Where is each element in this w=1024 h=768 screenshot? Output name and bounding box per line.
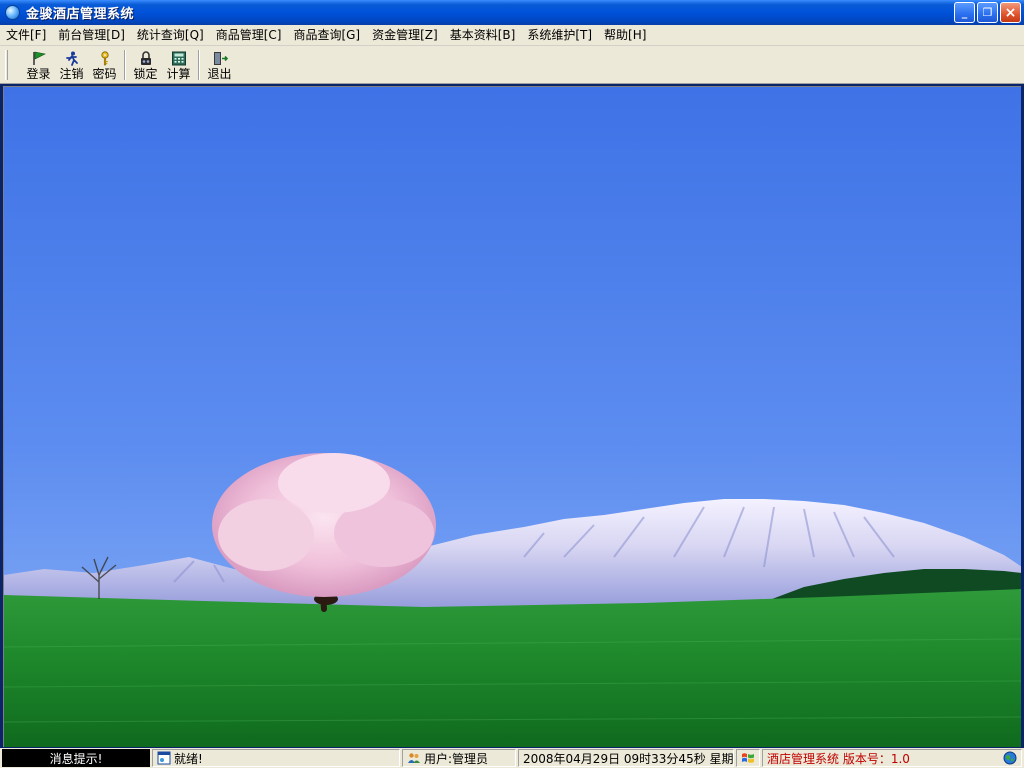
app-window-icon — [157, 751, 171, 765]
app-globe-icon — [5, 5, 20, 20]
menu-basic-data[interactable]: 基本资料[B] — [444, 26, 522, 45]
window-controls: _ ❐ × — [954, 2, 1021, 23]
menu-goods-management[interactable]: 商品管理[C] — [210, 26, 288, 45]
password-button[interactable]: 密码 — [88, 48, 121, 82]
menu-funds[interactable]: 资金管理[Z] — [366, 26, 444, 45]
title-bar[interactable]: 金骏酒店管理系统 _ ❐ × — [0, 0, 1024, 25]
toolbar: 登录 注销 密码 锁定 计算 退出 — [0, 46, 1024, 84]
window-title: 金骏酒店管理系统 — [26, 7, 135, 22]
exit-button[interactable]: 退出 — [203, 48, 236, 82]
status-bar: 消息提示! 就绪! 用户:管理员 2008年04月29日 09时33分45秒 星… — [0, 748, 1024, 768]
menu-maintenance[interactable]: 系统维护[T] — [521, 26, 598, 45]
desktop-wallpaper — [3, 86, 1021, 747]
calculator-icon — [171, 51, 187, 66]
windows-logo-icon — [736, 749, 760, 767]
toolbar-grip[interactable] — [5, 49, 8, 80]
ready-panel: 就绪! — [152, 749, 400, 767]
menu-front-desk[interactable]: 前台管理[D] — [52, 26, 131, 45]
menu-file[interactable]: 文件[F] — [0, 26, 52, 45]
user-text: 用户:管理员 — [424, 751, 489, 766]
version-text: 酒店管理系统 版本号：1.0 — [767, 751, 910, 766]
toolbar-separator — [124, 49, 126, 80]
minimize-button[interactable]: _ — [954, 2, 975, 23]
calculator-button[interactable]: 计算 — [162, 48, 195, 82]
logout-button[interactable]: 注销 — [55, 48, 88, 82]
restore-button[interactable]: ❐ — [977, 2, 998, 23]
lock-button[interactable]: 锁定 — [129, 48, 162, 82]
menu-help[interactable]: 帮助[H] — [598, 26, 652, 45]
flag-icon — [31, 51, 47, 66]
user-panel: 用户:管理员 — [402, 749, 516, 767]
landscape-wallpaper-image — [4, 87, 1021, 747]
lock-icon — [138, 50, 154, 66]
users-icon — [407, 751, 421, 765]
toolbar-separator — [198, 49, 200, 80]
exit-door-icon — [212, 51, 228, 66]
menu-statistics[interactable]: 统计查询[Q] — [131, 26, 210, 45]
message-panel: 消息提示! — [2, 749, 150, 767]
globe-icon — [1003, 751, 1017, 765]
menu-bar: 文件[F] 前台管理[D] 统计查询[Q] 商品管理[C] 商品查询[G] 资金… — [0, 25, 1024, 46]
version-panel: 酒店管理系统 版本号：1.0 — [762, 749, 1022, 767]
key-icon — [97, 50, 113, 66]
login-button[interactable]: 登录 — [22, 48, 55, 82]
menu-goods-query[interactable]: 商品查询[G] — [287, 26, 366, 45]
ready-text: 就绪! — [174, 751, 203, 766]
close-button[interactable]: × — [1000, 2, 1021, 23]
datetime-panel: 2008年04月29日 09时33分45秒 星期二 — [518, 749, 734, 767]
running-man-icon — [64, 51, 80, 66]
